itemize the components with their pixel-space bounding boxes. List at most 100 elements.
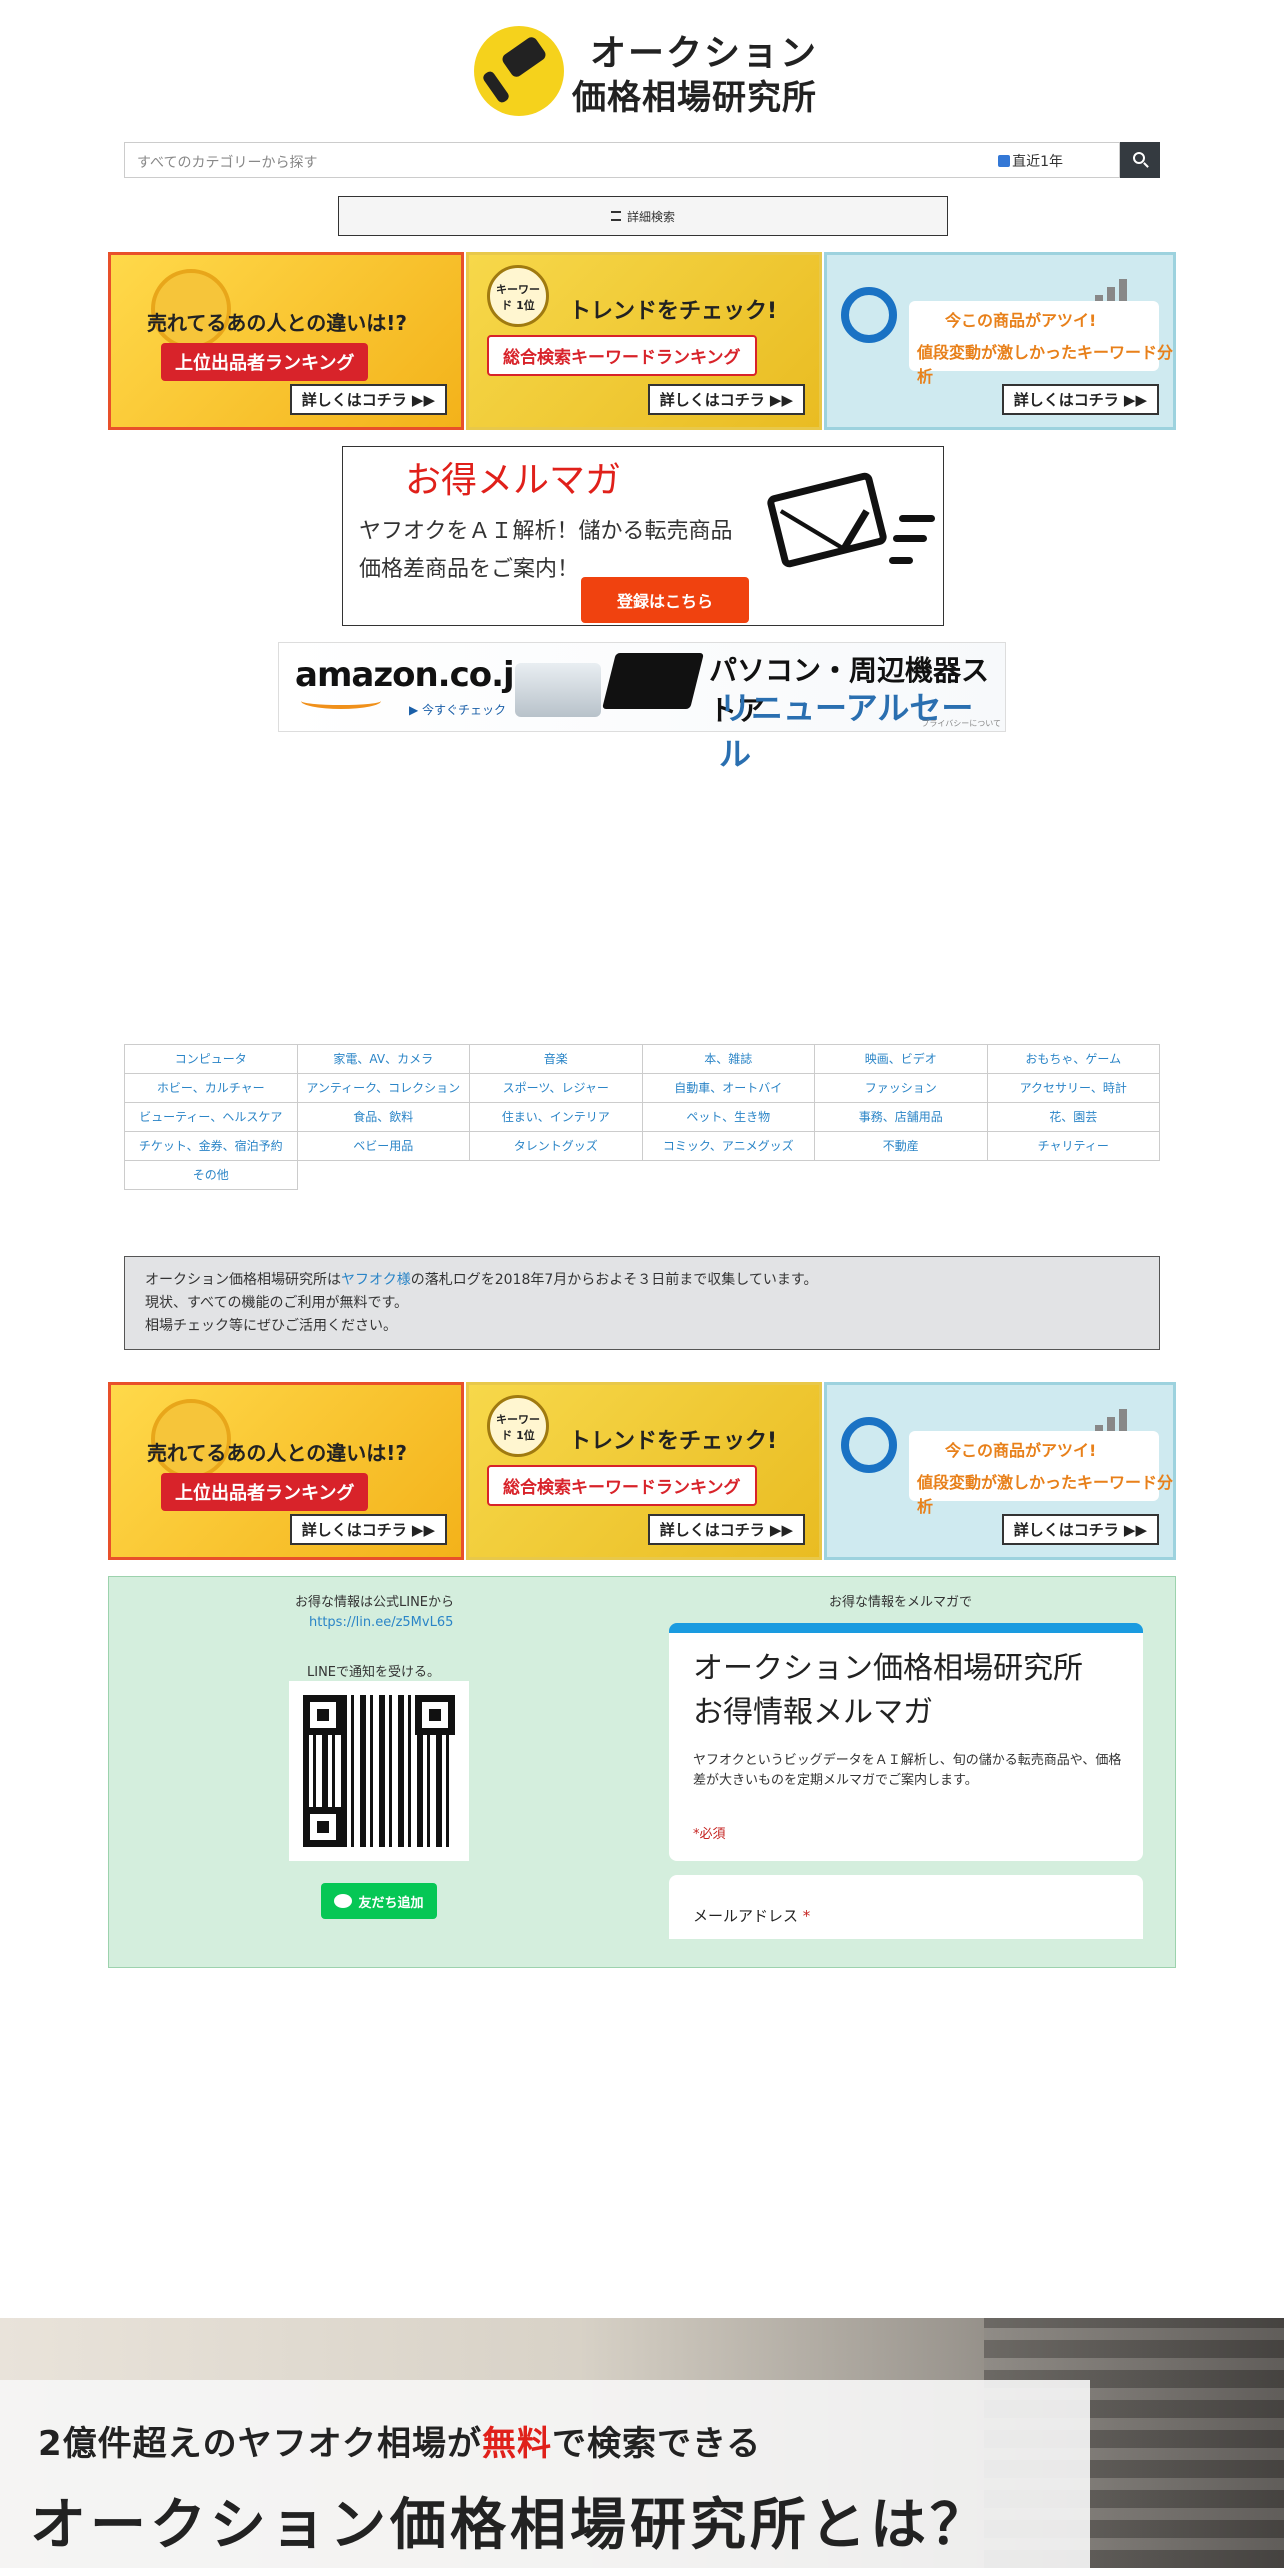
required-note: *必須: [693, 1827, 726, 1842]
category-link[interactable]: アクセサリー、時計: [986, 1073, 1160, 1103]
category-link[interactable]: ファッション: [814, 1073, 988, 1103]
category-link[interactable]: ペット、生き物: [641, 1102, 815, 1132]
email-field-card[interactable]: メールアドレス *: [669, 1875, 1143, 1939]
banner-seller-title: 売れてるあの人との違いは!?: [147, 1441, 407, 1465]
mail-form-description: ヤフオクというビッグデータをＡＩ解析し、旬の儲かる転売商品や、価格差が大きいもの…: [693, 1753, 1122, 1788]
amazon-logo: amazon.co.jp: [295, 655, 538, 695]
mail-ad-title: お得メルマガ: [405, 460, 622, 501]
line-qr-code[interactable]: [289, 1681, 469, 1861]
yahoo-auction-link[interactable]: ヤフオク様: [341, 1272, 411, 1288]
category-link[interactable]: ベビー用品: [296, 1131, 470, 1161]
banner-keyword-title: トレンドをチェック!: [569, 299, 778, 324]
category-table: コンピュータ 家電、AV、カメラ 音楽 本、雑誌 映画、ビデオ おもちゃ、ゲーム…: [124, 1044, 1160, 1190]
category-row: コンピュータ 家電、AV、カメラ 音楽 本、雑誌 映画、ビデオ おもちゃ、ゲーム: [124, 1044, 1160, 1074]
category-link[interactable]: 本、雑誌: [641, 1044, 815, 1074]
site-info-box: オークション価格相場研究所はヤフオク様の落札ログを2018年7月からおよそ３日前…: [124, 1256, 1160, 1350]
banner-seller-more[interactable]: 詳しくはコチラ ▶▶: [289, 1514, 447, 1545]
category-row: チケット、金券、宿泊予約 ベビー用品 タレントグッズ コミック、アニメグッズ 不…: [124, 1131, 1160, 1161]
category-link[interactable]: その他: [124, 1160, 298, 1190]
hero-subtitle: 2億件超えのヤフオク相場が無料で検索できる: [38, 2424, 762, 2464]
banner-price-pill: 値段変動が激しかったキーワード分析: [917, 1473, 1174, 1516]
envelope-icon: [765, 471, 889, 569]
about-hero-banner: 2億件超えのヤフオク相場が無料で検索できる オークション価格相場研究所とは？: [0, 2318, 1284, 2568]
amazon-privacy-link[interactable]: プライバシーについて: [921, 718, 1001, 729]
search-placeholder: すべてのカテゴリーから探す: [137, 155, 318, 171]
logo-text-line2[interactable]: 価格相場研究所: [572, 70, 817, 119]
banner-seller-more[interactable]: 詳しくはコチラ ▶▶: [289, 384, 447, 415]
magnifier-icon: [841, 1417, 897, 1473]
line-url-link[interactable]: https://lin.ee/z5MvL65: [309, 1615, 453, 1630]
banner-price-more[interactable]: 詳しくはコチラ ▶▶: [1001, 384, 1159, 415]
category-link[interactable]: コンピュータ: [124, 1044, 298, 1074]
banner-keyword-more[interactable]: 詳しくはコチラ ▶▶: [647, 384, 805, 415]
category-link[interactable]: チャリティー: [986, 1131, 1160, 1161]
banner-seller-ranking-2[interactable]: 売れてるあの人との違いは!? 上位出品者ランキング 詳しくはコチラ ▶▶: [108, 1382, 464, 1560]
laptop-image: [602, 653, 704, 709]
line-add-friend-button[interactable]: 友だち追加: [321, 1883, 437, 1919]
printer-image: [515, 663, 601, 717]
mail-ad-register-button[interactable]: 登録はこちら: [581, 577, 749, 623]
info-line3: 相場チェック等にぜひご活用ください。: [145, 1318, 397, 1334]
category-link[interactable]: ビューティー、ヘルスケア: [124, 1102, 298, 1132]
amazon-ad-banner[interactable]: amazon.co.jp ▶ 今すぐチェック パソコン・周辺機器ストア リニュー…: [278, 642, 1006, 773]
banner-keyword-title: トレンドをチェック!: [569, 1429, 778, 1454]
email-field-label: メールアドレス *: [693, 1907, 811, 1925]
logo-text-line1[interactable]: オークション: [590, 24, 818, 76]
banner-keyword-pill: 総合検索キーワードランキング: [487, 335, 757, 376]
category-link[interactable]: ホビー、カルチャー: [124, 1073, 298, 1103]
category-link[interactable]: おもちゃ、ゲーム: [986, 1044, 1160, 1074]
banner-price-title: 今この商品がアツイ!: [945, 311, 1097, 330]
banner-keyword-ranking[interactable]: キーワード 1位 トレンドをチェック! 総合検索キーワードランキング 詳しくはコ…: [466, 252, 822, 430]
category-link[interactable]: チケット、金券、宿泊予約: [124, 1131, 298, 1161]
mail-ad-line2: 価格差商品をご案内！: [359, 557, 580, 582]
category-link[interactable]: 花、園芸: [986, 1102, 1160, 1132]
category-link[interactable]: 住まい、インテリア: [469, 1102, 643, 1132]
banner-price-title: 今この商品がアツイ!: [945, 1441, 1097, 1460]
info-line1: オークション価格相場研究所はヤフオク様の落札ログを2018年7月からおよそ３日前…: [145, 1272, 818, 1288]
category-link[interactable]: 食品、飲料: [296, 1102, 470, 1132]
category-link[interactable]: アンティーク、コレクション: [296, 1073, 470, 1103]
amazon-check-link[interactable]: ▶ 今すぐチェック: [409, 701, 506, 718]
category-link[interactable]: 映画、ビデオ: [814, 1044, 988, 1074]
search-input[interactable]: すべてのカテゴリーから探す 直近1年: [124, 142, 1120, 178]
mail-section-title: お得な情報をメルマガで: [829, 1595, 973, 1610]
magnifier-icon: [841, 287, 897, 343]
category-row: その他: [124, 1160, 1160, 1190]
banner-keyword-more[interactable]: 詳しくはコチラ ▶▶: [647, 1514, 805, 1545]
category-row: ホビー、カルチャー アンティーク、コレクション スポーツ、レジャー 自動車、オー…: [124, 1073, 1160, 1103]
banner-keyword-pill: 総合検索キーワードランキング: [487, 1465, 757, 1506]
category-link[interactable]: スポーツ、レジャー: [469, 1073, 643, 1103]
category-link[interactable]: タレントグッズ: [469, 1131, 643, 1161]
line-add-friend-label: 友だち追加: [358, 1895, 424, 1911]
banner-price-pill: 値段変動が激しかったキーワード分析: [917, 343, 1174, 386]
recent-year-label: 直近1年: [1012, 154, 1063, 170]
category-link[interactable]: 事務、店舗用品: [814, 1102, 988, 1132]
category-link[interactable]: 家電、AV、カメラ: [296, 1044, 470, 1074]
badge-text: キーワード 1位: [496, 1413, 540, 1442]
recent-year-checkbox[interactable]: 直近1年: [998, 151, 1063, 171]
subscribe-section: お得な情報は公式LINEから https://lin.ee/z5MvL65 LI…: [108, 1576, 1176, 1968]
banner-seller-pill: 上位出品者ランキング: [161, 343, 369, 381]
advanced-search-button[interactable]: 詳細検索: [338, 196, 948, 236]
mail-magazine-ad[interactable]: お得メルマガ ヤフオクをＡＩ解析！儲かる転売商品 価格差商品をご案内！ 登録はこ…: [342, 446, 944, 626]
amazon-ad-line2: リニューアルセール: [719, 689, 974, 773]
search-button[interactable]: [1120, 142, 1160, 178]
mail-ad-line1: ヤフオクをＡＩ解析！儲かる転売商品: [359, 519, 733, 544]
badge-text: キーワード 1位: [496, 283, 540, 312]
line-notify-text: LINEで通知を受ける。: [307, 1665, 441, 1680]
category-link[interactable]: 音楽: [469, 1044, 643, 1074]
banner-seller-pill: 上位出品者ランキング: [161, 1473, 369, 1511]
banner-price-change[interactable]: 今この商品がアツイ! 値段変動が激しかったキーワード分析 詳しくはコチラ ▶▶: [824, 252, 1176, 430]
category-link[interactable]: 不動産: [814, 1131, 988, 1161]
category-link[interactable]: コミック、アニメグッズ: [641, 1131, 815, 1161]
banner-price-more[interactable]: 詳しくはコチラ ▶▶: [1001, 1514, 1159, 1545]
banner-price-change-2[interactable]: 今この商品がアツイ! 値段変動が激しかったキーワード分析 詳しくはコチラ ▶▶: [824, 1382, 1176, 1560]
hero-title: オークション価格相場研究所とは？: [30, 2493, 990, 2558]
banner-keyword-ranking-2[interactable]: キーワード 1位 トレンドをチェック! 総合検索キーワードランキング 詳しくはコ…: [466, 1382, 822, 1560]
banner-seller-ranking[interactable]: 売れてるあの人との違いは!? 上位出品者ランキング 詳しくはコチラ ▶▶: [108, 252, 464, 430]
logo-gavel-icon[interactable]: [474, 26, 564, 116]
category-link[interactable]: 自動車、オートバイ: [641, 1073, 815, 1103]
filter-icon: [610, 211, 621, 221]
checkbox-checked-icon[interactable]: [998, 155, 1011, 167]
advanced-search-label: 詳細検索: [626, 209, 675, 224]
